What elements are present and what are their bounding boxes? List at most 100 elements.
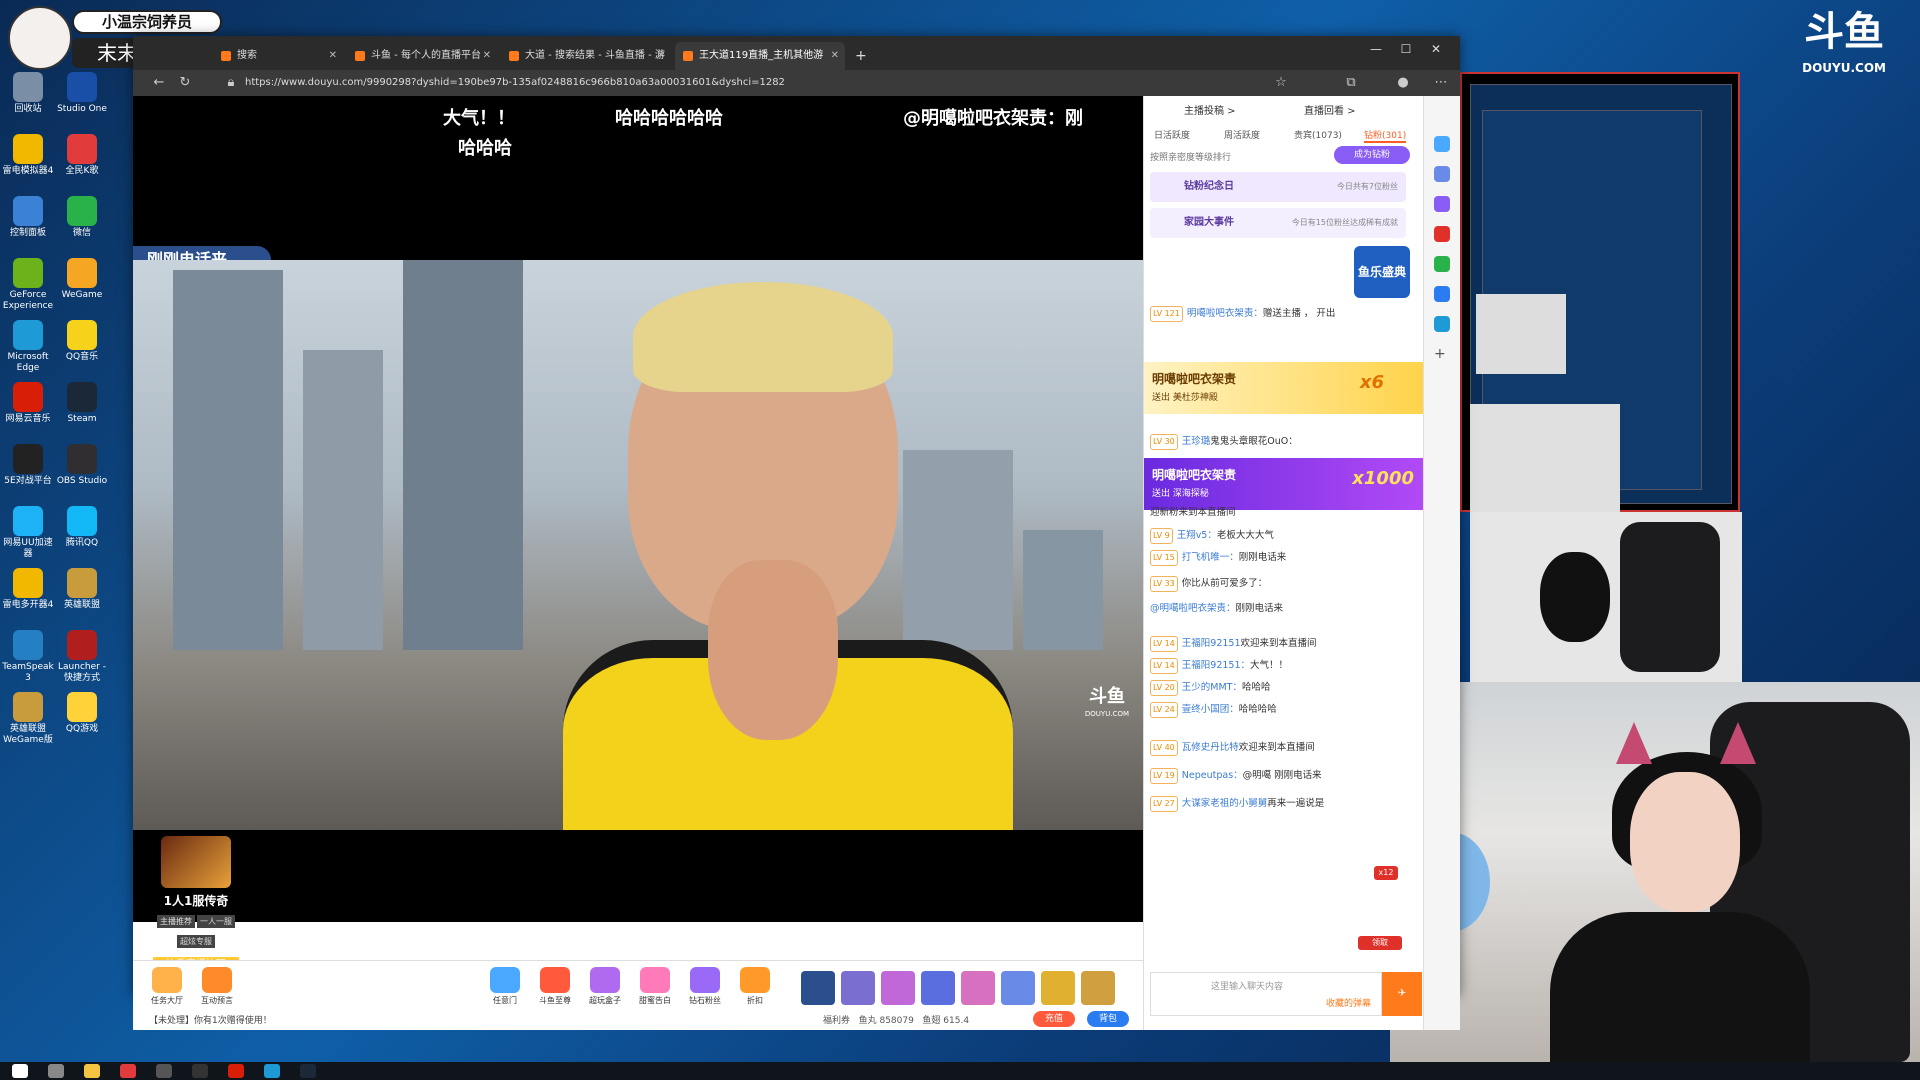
super-box-button[interactable]: 超玩盒子 [583, 967, 627, 1006]
gift-item[interactable] [1041, 971, 1075, 1005]
home-events-row[interactable]: 家园大事件 今日有15位粉丝达成稀有成就 [1150, 208, 1406, 238]
desktop-icon[interactable]: 微信 [54, 196, 110, 239]
desktop-icon[interactable]: WeGame [54, 258, 110, 301]
maximize-button[interactable]: ☐ [1391, 42, 1421, 56]
gift-item[interactable] [1001, 971, 1035, 1005]
close-icon[interactable]: ✕ [329, 42, 337, 70]
desktop-icon[interactable]: 腾讯QQ [54, 506, 110, 549]
desktop-icon[interactable]: Launcher - 快捷方式 [54, 630, 110, 684]
tab-weekly[interactable]: 周活跃度 [1224, 128, 1260, 141]
task-hall-button[interactable]: 任务大厅 [145, 967, 189, 1006]
supreme-button[interactable]: 斗鱼至尊 [533, 967, 577, 1006]
become-diamond-fan-button[interactable]: 成为钻粉 [1334, 146, 1410, 164]
game-promo[interactable]: 1人1服传奇 主播推荐一人一服 超炫专服 边看直播边玩 [141, 836, 251, 975]
start-icon[interactable] [12, 1064, 28, 1078]
outlook-icon[interactable] [1434, 286, 1450, 302]
copilot-icon[interactable] [1434, 136, 1450, 152]
tab-search-results[interactable]: 大道 - 搜索结果 - 斗鱼直播 - 游戏...✕ [501, 42, 671, 89]
extensions-icon[interactable]: ⧉ [1343, 74, 1359, 92]
close-icon[interactable]: ✕ [831, 42, 839, 70]
gift-item[interactable] [961, 971, 995, 1005]
app-icon[interactable] [120, 1064, 136, 1078]
url-input[interactable]: https://www.douyu.com/9990298?dyshid=190… [245, 74, 1245, 92]
backpack-button[interactable]: 背包 [1087, 1011, 1129, 1027]
prediction-button[interactable]: 互动预言 [195, 967, 239, 1006]
chat-username[interactable]: 大谋家老祖的小舅舅 [1182, 798, 1268, 809]
shopping-icon[interactable] [1434, 226, 1450, 242]
minimize-button[interactable]: — [1361, 42, 1391, 56]
desktop-icon[interactable]: 控制面板 [0, 196, 56, 239]
edge-icon[interactable] [264, 1064, 280, 1078]
desktop-icon[interactable]: 雷电多开器4 [0, 568, 56, 611]
steam-icon[interactable] [300, 1064, 316, 1078]
gift-item[interactable] [921, 971, 955, 1005]
obs-icon[interactable] [192, 1064, 208, 1078]
tab-vip[interactable]: 贵宾(1073) [1294, 128, 1342, 141]
menu-icon[interactable]: ⋯ [1433, 74, 1449, 92]
tab-douyu-home[interactable]: 斗鱼 - 每个人的直播平台 ✕ [347, 42, 497, 70]
desktop-icon[interactable]: 5E对战平台 [0, 444, 56, 487]
back-icon[interactable]: ← [151, 74, 167, 92]
desktop-icon[interactable]: 回收站 [0, 72, 56, 115]
desktop-icon[interactable]: Microsoft Edge [0, 320, 56, 374]
profile-icon[interactable]: ● [1395, 74, 1411, 92]
close-icon[interactable]: ✕ [483, 42, 491, 70]
tab-search[interactable]: 搜索 ✕ [213, 42, 343, 70]
desktop-icon[interactable]: Studio One [54, 72, 110, 115]
refresh-icon[interactable]: ↻ [177, 74, 193, 92]
desktop-icon[interactable]: Steam [54, 382, 110, 425]
new-tab-button[interactable]: + [849, 42, 873, 70]
desktop-icon[interactable]: QQ游戏 [54, 692, 110, 735]
chat-username[interactable]: 壹终小国团： [1182, 704, 1239, 715]
chat-username[interactable]: 王珍璐 [1182, 436, 1211, 447]
pending-notice[interactable]: 【未处理】你有1次赠得使用！ [149, 1013, 272, 1026]
gift-item[interactable] [881, 971, 915, 1005]
desktop-icon[interactable]: TeamSpeak 3 [0, 630, 56, 684]
app-icon[interactable] [156, 1064, 172, 1078]
add-icon[interactable]: + [1434, 346, 1450, 362]
recharge-button[interactable]: 充值 [1033, 1011, 1075, 1027]
video-player[interactable]: 大气！！ 哈哈哈 哈哈哈哈哈哈 @明噶啦吧衣架责：刚 刚刚电话来 斗鱼DOUYU… [133, 96, 1143, 1007]
close-window-button[interactable]: ✕ [1421, 42, 1451, 56]
tab-daily[interactable]: 日活跃度 [1154, 128, 1190, 141]
chat-username[interactable]: 王福阳92151： [1182, 660, 1250, 671]
diamond-fan-button[interactable]: 钻石粉丝 [683, 967, 727, 1006]
gift-item[interactable] [801, 971, 835, 1005]
send-button[interactable]: ✈ [1382, 972, 1422, 1016]
games-icon[interactable] [1434, 256, 1450, 272]
gift-item[interactable] [841, 971, 875, 1005]
close-icon[interactable]: ✕ [657, 42, 665, 70]
tab-live-room[interactable]: 王大道119直播_主机其他游 ✕ [675, 42, 845, 70]
welfare-link[interactable]: 福利券 [823, 1016, 850, 1026]
tools-icon[interactable] [1434, 196, 1450, 212]
discount-button[interactable]: 折扣 [733, 967, 777, 1006]
file-explorer-icon[interactable] [84, 1064, 100, 1078]
desktop-icon[interactable]: 雷电模拟器4 [0, 134, 56, 177]
chat-input[interactable]: 这里输入聊天内容 收藏的弹幕 [1150, 972, 1382, 1016]
gift-item[interactable] [1081, 971, 1115, 1005]
chat-username[interactable]: 王少的MMT： [1182, 682, 1242, 693]
search-icon[interactable] [1434, 166, 1450, 182]
search-icon[interactable] [48, 1064, 64, 1078]
portal-button[interactable]: 任意门 [483, 967, 527, 1006]
chat-username[interactable]: Nepeutpas： [1182, 770, 1243, 781]
desktop-icon[interactable]: QQ音乐 [54, 320, 110, 363]
replay-link[interactable]: 直播回看 > [1304, 102, 1356, 117]
send-icon[interactable] [1434, 316, 1450, 332]
chat-username[interactable]: 瓦修史丹比特 [1182, 742, 1239, 753]
favorite-icon[interactable]: ☆ [1273, 74, 1289, 92]
desktop-icon[interactable]: 网易UU加速器 [0, 506, 56, 560]
fan-anniversary-row[interactable]: 钻粉纪念日 今日共有7位粉丝 [1150, 172, 1406, 202]
saved-danmaku-link[interactable]: 收藏的弹幕 [1326, 996, 1371, 1009]
event-badge[interactable]: 鱼乐盛典 [1354, 246, 1410, 298]
lock-icon[interactable]: 🔒︎ [223, 74, 239, 92]
desktop-icon[interactable]: 英雄联盟 [54, 568, 110, 611]
sweet-confession-button[interactable]: 甜蜜告白 [633, 967, 677, 1006]
chat-username[interactable]: 王翔v5： [1177, 530, 1217, 541]
desktop-icon[interactable]: 英雄联盟WeGame版 [0, 692, 56, 746]
chat-username[interactable]: 打飞机唯一： [1182, 552, 1239, 563]
desktop-icon[interactable]: 全民K歌 [54, 134, 110, 177]
netease-music-icon[interactable] [228, 1064, 244, 1078]
desktop-icon[interactable]: OBS Studio [54, 444, 110, 487]
claim-button[interactable]: 领取 [1358, 936, 1402, 950]
